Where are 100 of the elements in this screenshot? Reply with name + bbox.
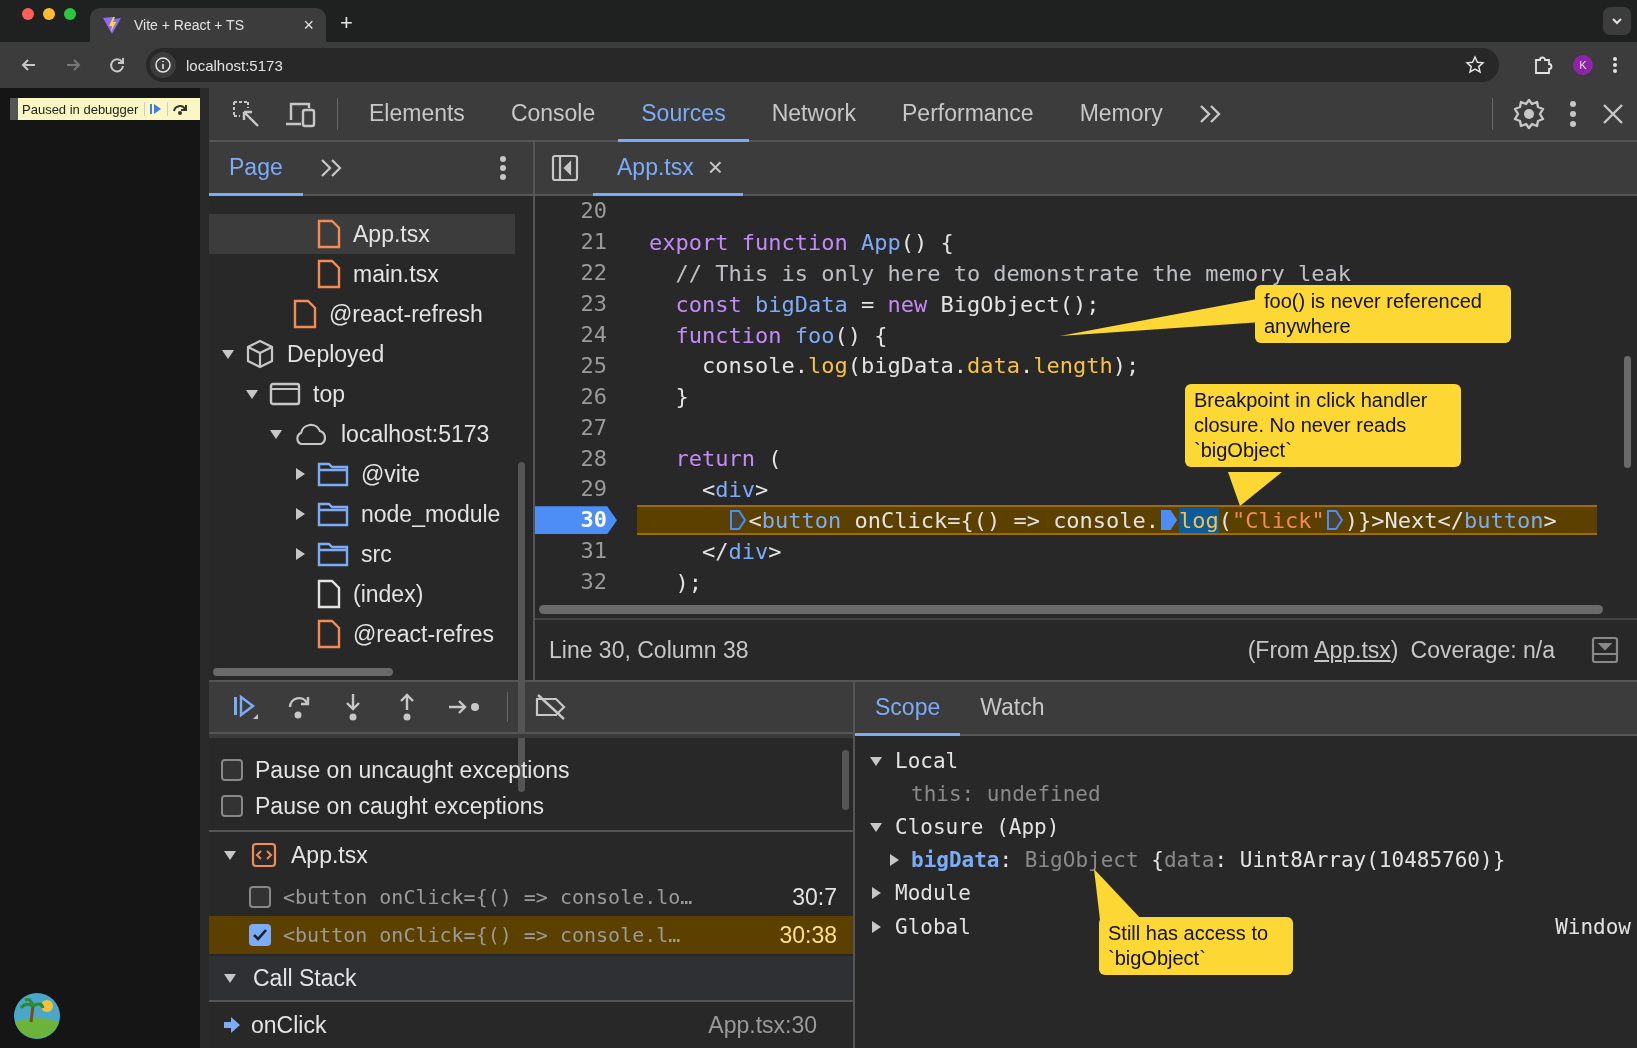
call-frame[interactable]: onClick App.tsx:30	[209, 1002, 853, 1048]
file-icon	[293, 299, 317, 329]
line-number[interactable]: 22	[535, 259, 617, 288]
breakpoint-item[interactable]: <button onClick={() => console.l… 30:38	[209, 916, 853, 954]
sidebar-tab[interactable]: Watch	[960, 682, 1065, 736]
sidebar-toggle-icon[interactable]	[551, 154, 579, 182]
file-tree-item[interactable]: src	[209, 534, 515, 574]
breakpoint-item[interactable]: <button onClick={() => console.lo… 30:7	[209, 878, 853, 916]
file-icon	[317, 619, 341, 649]
island-icon[interactable]	[13, 992, 61, 1040]
line-number[interactable]: 21	[535, 228, 617, 257]
file-tree-item[interactable]: App.tsx	[209, 214, 515, 254]
collapsed-arrow-icon[interactable]	[293, 507, 307, 521]
sidebar-tab[interactable]: Scope	[855, 682, 961, 736]
expanded-arrow-icon[interactable]	[269, 427, 283, 441]
close-window-button[interactable]	[22, 8, 34, 20]
resume-icon[interactable]	[231, 693, 259, 721]
collapsed-arrow-icon[interactable]	[887, 853, 901, 867]
panel-tab[interactable]: Memory	[1056, 88, 1186, 142]
panel-tab[interactable]: Performance	[879, 88, 1057, 142]
file-tree-item[interactable]: @vite	[209, 454, 515, 494]
checkbox[interactable]	[249, 886, 271, 908]
line-number[interactable]: 20	[535, 197, 617, 226]
file-icon	[317, 579, 341, 609]
line-number[interactable]: 28	[535, 444, 617, 473]
panel-tab[interactable]: Elements	[346, 88, 488, 142]
inline-breakpoint-icon[interactable]	[1325, 509, 1344, 532]
line-number[interactable]: 31	[535, 537, 617, 566]
folder-icon	[317, 461, 349, 487]
panel-tab[interactable]: Network	[748, 88, 879, 142]
scope-section[interactable]: Module	[895, 881, 971, 905]
checkbox[interactable]	[221, 795, 243, 817]
browser-tab[interactable]: Vite + React + TS ×	[90, 8, 326, 42]
callout-pointer	[1228, 472, 1282, 506]
maximize-window-button[interactable]	[64, 8, 76, 20]
pause-option-checkbox[interactable]: Pause on caught exceptions	[221, 788, 853, 824]
option-label: Pause on uncaught exceptions	[255, 756, 570, 784]
scrollbar[interactable]	[539, 604, 1603, 614]
file-tree-item[interactable]: top	[209, 374, 515, 414]
scope-section[interactable]: Local	[895, 749, 959, 773]
info-icon[interactable]	[150, 52, 176, 78]
more-options-icon[interactable]	[499, 155, 507, 181]
menu-icon[interactable]	[1612, 55, 1618, 75]
source-file-link[interactable]: App.tsx	[1314, 636, 1391, 663]
scrollbar[interactable]	[213, 668, 393, 676]
scrollbar[interactable]	[842, 750, 849, 810]
tab-close-button[interactable]: ×	[707, 152, 723, 183]
star-icon[interactable]	[1465, 55, 1485, 75]
file-tree-item[interactable]: localhost:5173	[209, 414, 515, 454]
line-number[interactable]: 29	[535, 475, 617, 504]
settings-icon[interactable]	[1513, 98, 1545, 130]
line-number[interactable]: 27	[535, 413, 617, 442]
code-line: function foo() {	[674, 321, 888, 349]
scope-section[interactable]: Closure (App)	[895, 815, 1060, 839]
line-number[interactable]: 24	[535, 321, 617, 349]
expanded-arrow-icon[interactable]	[223, 971, 237, 985]
line-number[interactable]: 23	[535, 290, 617, 319]
inline-breakpoint-icon[interactable]	[729, 509, 748, 532]
file-tree-item[interactable]: @react-refres	[209, 614, 515, 654]
address-field[interactable]: localhost:5173	[146, 48, 1499, 82]
profile-avatar[interactable]: K	[1573, 55, 1593, 75]
file-tree-item[interactable]: (index)	[209, 574, 515, 614]
expanded-arrow-icon[interactable]	[245, 387, 259, 401]
file-tree-item[interactable]: Deployed	[209, 334, 515, 374]
expanded-arrow-icon[interactable]	[221, 347, 235, 361]
expanded-arrow-icon[interactable]	[223, 848, 237, 862]
file-tree-item[interactable]: node_module	[209, 494, 515, 534]
line-number[interactable]: 26	[535, 382, 617, 411]
scope-entry[interactable]: this: undefined	[911, 782, 1101, 806]
file-tree-item[interactable]: @react-refresh	[209, 294, 515, 334]
scrollbar[interactable]	[1624, 356, 1631, 468]
checkbox[interactable]	[249, 924, 271, 946]
drawer-toggle-icon[interactable]	[1591, 636, 1619, 664]
minimize-window-button[interactable]	[43, 8, 55, 20]
file-tab[interactable]: App.tsx ×	[593, 142, 743, 196]
call-stack-header[interactable]: Call Stack	[209, 956, 853, 1002]
more-options-icon[interactable]	[1569, 100, 1577, 128]
close-icon[interactable]	[1601, 102, 1625, 126]
expanded-arrow-icon[interactable]	[869, 754, 883, 768]
tab-close-button[interactable]: ×	[303, 14, 314, 36]
scope-section[interactable]: Global	[895, 915, 971, 939]
collapsed-arrow-icon[interactable]	[869, 886, 883, 900]
collapsed-arrow-icon[interactable]	[293, 467, 307, 481]
collapsed-arrow-icon[interactable]	[869, 920, 883, 934]
pause-option-checkbox[interactable]: Pause on uncaught exceptions	[221, 752, 853, 788]
panel-tab[interactable]: Console	[487, 88, 619, 142]
device-toggle-icon[interactable]	[285, 100, 317, 128]
checkbox[interactable]	[221, 759, 243, 781]
inspect-icon[interactable]	[231, 99, 261, 129]
new-tab-button[interactable]: +	[326, 10, 367, 42]
line-number[interactable]: 25	[535, 351, 617, 380]
tab-list-button[interactable]	[1603, 7, 1631, 35]
reload-icon[interactable]	[107, 55, 127, 75]
line-number[interactable]: 32	[535, 568, 617, 597]
collapsed-arrow-icon[interactable]	[293, 547, 307, 561]
deactivate-breakpoints-icon[interactable]	[534, 693, 568, 721]
scope-entry[interactable]: bigData: BigObject {data: Uint8Array(10485760)}	[911, 848, 1506, 872]
file-tree-item[interactable]: main.tsx	[209, 254, 515, 294]
puzzle-icon[interactable]	[1532, 54, 1554, 76]
expanded-arrow-icon[interactable]	[869, 820, 883, 834]
